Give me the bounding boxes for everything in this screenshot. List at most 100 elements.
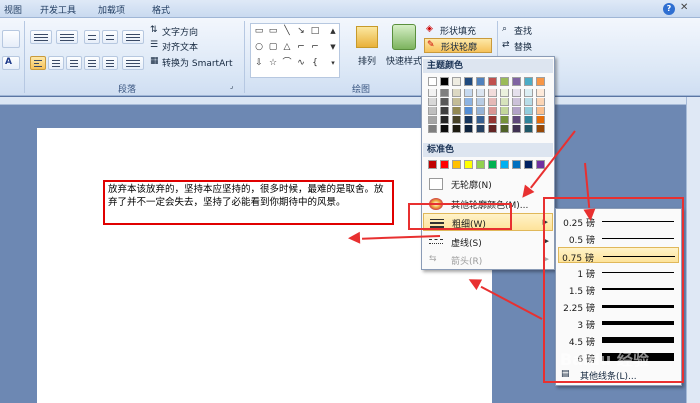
text-box[interactable]: 放弃本该放弃的，坚持本应坚持的，很多时候，最难的是取舍。放弃了并不一定会失去，坚… xyxy=(103,180,394,225)
theme-shade-swatch[interactable] xyxy=(440,125,449,133)
elbow-connector-shape-icon[interactable]: ⌐ xyxy=(295,42,307,52)
theme-color-swatch[interactable] xyxy=(476,77,485,86)
theme-shade-swatch[interactable] xyxy=(500,125,509,133)
theme-shade-swatch[interactable] xyxy=(524,116,533,124)
standard-color-swatch[interactable] xyxy=(440,160,449,169)
theme-color-swatch[interactable] xyxy=(452,77,461,86)
theme-shade-swatch[interactable] xyxy=(440,116,449,124)
increase-indent-button[interactable] xyxy=(102,30,118,44)
columns-button[interactable] xyxy=(122,56,144,70)
theme-shade-swatch[interactable] xyxy=(536,107,545,115)
theme-shade-swatch[interactable] xyxy=(500,98,509,106)
theme-shade-swatch[interactable] xyxy=(500,116,509,124)
arrows-item[interactable]: ⇆ 箭头(R) ▶ xyxy=(423,251,553,269)
theme-shade-swatch[interactable] xyxy=(428,89,437,97)
arrange-icon[interactable] xyxy=(356,26,378,48)
theme-shade-swatch[interactable] xyxy=(428,107,437,115)
rounded-rect-shape-icon[interactable]: ▢ xyxy=(267,42,279,52)
theme-color-swatch[interactable] xyxy=(464,77,473,86)
theme-shade-swatch[interactable] xyxy=(476,116,485,124)
text-direction-button[interactable]: 文字方向 xyxy=(162,25,198,38)
quick-styles-icon[interactable] xyxy=(392,24,416,50)
theme-shade-swatch[interactable] xyxy=(512,116,521,124)
theme-shade-swatch[interactable] xyxy=(512,89,521,97)
theme-shade-swatch[interactable] xyxy=(488,98,497,106)
font-color-icon[interactable]: A xyxy=(2,56,20,70)
theme-shade-swatch[interactable] xyxy=(440,98,449,106)
standard-color-swatch[interactable] xyxy=(488,160,497,169)
standard-color-swatch[interactable] xyxy=(428,160,437,169)
numbering-button[interactable] xyxy=(56,30,78,44)
theme-shade-swatch[interactable] xyxy=(476,98,485,106)
vertical-textbox-shape-icon[interactable]: ▭ xyxy=(267,26,279,36)
theme-shade-swatch[interactable] xyxy=(488,89,497,97)
theme-shade-swatch[interactable] xyxy=(512,125,521,133)
oval-shape-icon[interactable]: ○ xyxy=(253,42,265,52)
theme-color-swatch[interactable] xyxy=(512,77,521,86)
theme-shade-swatch[interactable] xyxy=(464,107,473,115)
find-button[interactable]: 查找 xyxy=(514,24,532,37)
theme-shade-swatch[interactable] xyxy=(524,98,533,106)
line-spacing-button[interactable] xyxy=(122,30,144,44)
dashes-item[interactable]: 虚线(S) ▶ xyxy=(423,233,553,251)
theme-shade-swatch[interactable] xyxy=(536,98,545,106)
theme-color-swatch[interactable] xyxy=(524,77,533,86)
textbox-shape-icon[interactable]: ▭ xyxy=(253,26,265,36)
align-text-button[interactable]: 对齐文本 xyxy=(162,40,198,53)
curved-connector-shape-icon[interactable]: ⌐ xyxy=(309,42,321,52)
theme-color-swatch[interactable] xyxy=(428,77,437,86)
theme-shade-swatch[interactable] xyxy=(440,89,449,97)
tab-format[interactable]: 格式 xyxy=(152,3,170,16)
theme-shade-swatch[interactable] xyxy=(464,125,473,133)
decrease-indent-button[interactable] xyxy=(84,30,100,44)
theme-shade-swatch[interactable] xyxy=(536,89,545,97)
theme-shade-swatch[interactable] xyxy=(500,89,509,97)
close-icon[interactable]: ✕ xyxy=(680,2,688,13)
standard-color-swatch[interactable] xyxy=(452,160,461,169)
theme-shade-swatch[interactable] xyxy=(452,125,461,133)
theme-shade-swatch[interactable] xyxy=(428,116,437,124)
shape-outline-button[interactable]: ✎ 形状轮廓 xyxy=(424,38,492,53)
star-shape-icon[interactable]: ☆ xyxy=(267,58,279,68)
paragraph-dialog-launcher-icon[interactable]: ⌟ xyxy=(230,82,233,90)
theme-shade-swatch[interactable] xyxy=(536,125,545,133)
standard-color-swatch[interactable] xyxy=(524,160,533,169)
curve-shape-icon[interactable]: ⌒ xyxy=(281,58,293,68)
theme-shade-swatch[interactable] xyxy=(500,107,509,115)
standard-color-swatch[interactable] xyxy=(500,160,509,169)
standard-color-swatch[interactable] xyxy=(476,160,485,169)
theme-shade-swatch[interactable] xyxy=(512,107,521,115)
tab-addins[interactable]: 加载项 xyxy=(98,3,125,16)
theme-shade-swatch[interactable] xyxy=(452,116,461,124)
theme-color-swatch[interactable] xyxy=(500,77,509,86)
theme-shade-swatch[interactable] xyxy=(488,125,497,133)
triangle-shape-icon[interactable]: △ xyxy=(281,42,293,52)
theme-shade-swatch[interactable] xyxy=(452,98,461,106)
arrow-shape-icon[interactable]: ↘ xyxy=(295,26,307,36)
theme-shade-swatch[interactable] xyxy=(476,89,485,97)
shapes-gallery[interactable]: ▭ ▭ ╲ ↘ □ ○ ▢ △ ⌐ ⌐ ⇩ ☆ ⌒ ∿ { ▲ ▼ ▾ xyxy=(250,23,340,78)
theme-shade-swatch[interactable] xyxy=(488,116,497,124)
bracket-shape-icon[interactable]: { xyxy=(309,58,321,68)
align-left-button[interactable] xyxy=(30,56,46,70)
theme-shade-swatch[interactable] xyxy=(464,98,473,106)
freeform-shape-icon[interactable]: ∿ xyxy=(295,58,307,68)
replace-button[interactable]: 替换 xyxy=(514,40,532,53)
align-right-button[interactable] xyxy=(66,56,82,70)
arrow-right-shape-icon[interactable]: ⇩ xyxy=(253,58,265,68)
theme-shade-swatch[interactable] xyxy=(428,125,437,133)
theme-color-swatch[interactable] xyxy=(536,77,545,86)
theme-shade-swatch[interactable] xyxy=(524,89,533,97)
spell-icon[interactable] xyxy=(2,30,20,48)
theme-shade-swatch[interactable] xyxy=(476,107,485,115)
standard-color-swatch[interactable] xyxy=(464,160,473,169)
theme-shade-swatch[interactable] xyxy=(428,98,437,106)
align-center-button[interactable] xyxy=(48,56,64,70)
gallery-up-icon[interactable]: ▲ xyxy=(327,26,339,36)
rectangle-shape-icon[interactable]: □ xyxy=(309,26,321,36)
tab-view[interactable]: 视图 xyxy=(4,3,22,16)
theme-color-swatch[interactable] xyxy=(440,77,449,86)
distributed-button[interactable] xyxy=(102,56,118,70)
justify-button[interactable] xyxy=(84,56,100,70)
line-shape-icon[interactable]: ╲ xyxy=(281,26,293,36)
